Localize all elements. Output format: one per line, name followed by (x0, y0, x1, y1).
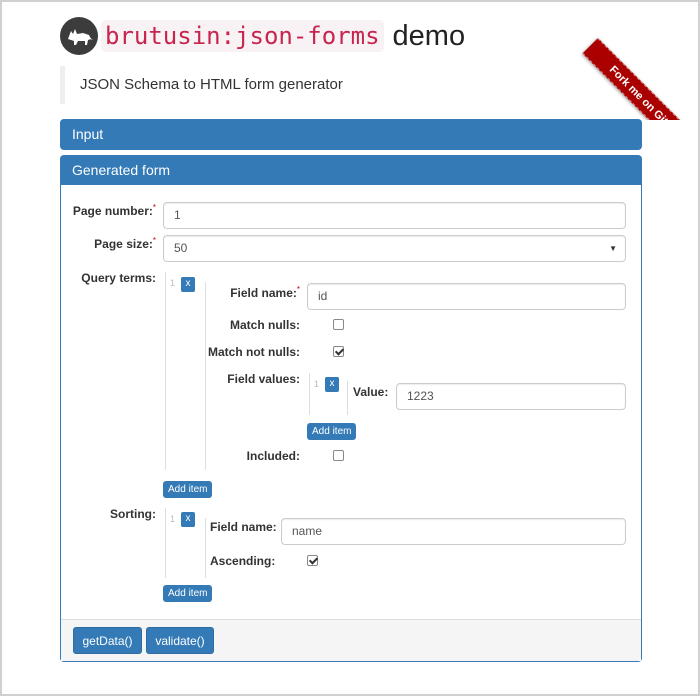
input-panel-header[interactable]: Input (60, 119, 642, 150)
sorting-index: 1 (170, 514, 176, 524)
title-code: brutusin:json-forms (101, 20, 384, 52)
page-size-label: Page size:* (94, 236, 156, 251)
sorting-item-border (205, 518, 206, 578)
query-terms-array-border (165, 272, 166, 470)
get-data-button[interactable]: getData() (73, 627, 142, 654)
chevron-down-icon: ▼ (609, 244, 617, 253)
page-size-value: 50 (174, 241, 188, 255)
sorting-label: Sorting: (110, 507, 156, 521)
title-demo-word: demo (392, 19, 466, 52)
field-name-input[interactable]: id (307, 283, 626, 310)
add-query-term-button[interactable]: Add item (163, 481, 213, 498)
match-nulls-checkbox[interactable] (333, 319, 344, 330)
remove-field-value-button[interactable]: x (325, 377, 339, 392)
match-nulls-label: Match nulls: (229, 318, 300, 332)
page-size-select[interactable]: 50 ▼ (163, 235, 626, 262)
validate-button[interactable]: validate() (146, 627, 214, 654)
field-values-label: Field values: (227, 372, 300, 386)
value-label: Value: (353, 385, 389, 399)
remove-sorting-button[interactable]: x (181, 512, 195, 527)
page-title: brutusin:json-forms demo (101, 16, 465, 56)
add-sorting-button[interactable]: Add item (163, 585, 213, 602)
query-term-index: 1 (170, 278, 176, 288)
sorting-array-border (165, 508, 166, 578)
field-name-label: Field name:* (230, 285, 300, 300)
page-number-label: Page number:* (72, 203, 156, 218)
add-field-value-button[interactable]: Add item (307, 423, 357, 440)
match-not-nulls-checkbox[interactable] (333, 346, 344, 357)
page-number-input[interactable]: 1 (163, 202, 626, 229)
subtitle-blockquote: JSON Schema to HTML form generator (60, 66, 640, 104)
ascending-label: Ascending: (210, 554, 276, 568)
field-values-array-border (309, 373, 310, 415)
sorting-field-name-input[interactable]: name (281, 518, 626, 545)
query-terms-label: Query terms: (81, 271, 156, 285)
sorting-field-name-label: Field name: (210, 520, 277, 534)
field-value-item-border (347, 381, 348, 415)
field-value-input[interactable]: 1223 (396, 383, 626, 410)
fox-logo-icon (60, 17, 98, 55)
field-value-index: 1 (314, 379, 320, 389)
remove-query-term-button[interactable]: x (181, 277, 195, 292)
included-label: Included: (246, 449, 300, 463)
match-not-nulls-label: Match not nulls: (208, 345, 300, 359)
ascending-checkbox[interactable] (307, 555, 318, 566)
generated-form-panel-header[interactable]: Generated form (60, 155, 642, 186)
included-checkbox[interactable] (333, 450, 344, 461)
